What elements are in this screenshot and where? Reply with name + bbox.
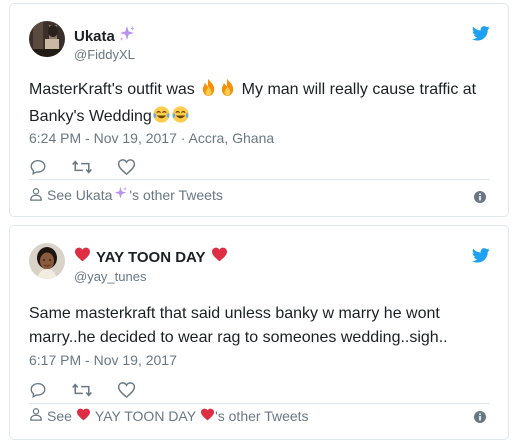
see-other-tweets-link[interactable]: See YAY TOON DAY 's other Tweets [29, 407, 309, 424]
sparkles-emoji [113, 186, 128, 204]
tears-of-joy-emoji [152, 105, 171, 132]
tweet-card: Ukata @FiddyXL MasterKraft's outfit was … [9, 3, 509, 217]
see-others-text: 's other Tweets [129, 187, 223, 203]
avatar[interactable] [29, 21, 65, 57]
retweet-icon[interactable] [71, 158, 93, 176]
author-name-row[interactable]: Ukata [74, 25, 136, 48]
info-icon[interactable] [474, 190, 486, 208]
tweet-actions [29, 381, 136, 399]
info-icon[interactable] [474, 410, 486, 428]
red-heart-emoji [211, 247, 228, 267]
see-others-text: See [47, 407, 72, 424]
heart-icon[interactable] [117, 158, 136, 176]
user-handle[interactable]: @FiddyXL [74, 47, 135, 62]
author-name-row[interactable]: YAY TOON DAY [74, 247, 228, 267]
fire-emoji [218, 78, 237, 105]
see-other-tweets-link[interactable]: See Ukata 's other Tweets [29, 186, 223, 204]
tweet-text-part: MasterKraft's outfit was [29, 81, 200, 98]
tweet-text: Same masterkraft that said unless banky … [29, 305, 448, 346]
person-icon [29, 407, 43, 424]
sparkles-emoji [118, 25, 136, 48]
tears-of-joy-emoji [171, 105, 190, 132]
tweet-meta: 6:24 PM - Nov 19, 2017 · Accra, Ghana [29, 130, 274, 146]
heart-icon[interactable] [117, 381, 136, 399]
twitter-bird-icon[interactable] [471, 26, 490, 46]
see-others-text: See Ukata [47, 187, 113, 203]
timestamp-link[interactable]: 6:24 PM - Nov 19, 2017 [29, 130, 177, 146]
red-heart-emoji [74, 247, 91, 267]
person-icon [29, 187, 43, 204]
retweet-icon[interactable] [71, 381, 93, 399]
display-name[interactable]: Ukata [74, 28, 115, 45]
display-name[interactable]: YAY TOON DAY [96, 249, 206, 266]
see-others-text: 's other Tweets [215, 407, 309, 424]
divider [29, 403, 490, 404]
see-others-text: YAY TOON DAY [94, 407, 197, 424]
divider [29, 179, 490, 180]
tweet-text: MasterKraft's outfit was My man will rea… [29, 78, 490, 132]
twitter-bird-icon[interactable] [471, 248, 490, 268]
tweet-actions [29, 158, 136, 176]
reply-icon[interactable] [29, 158, 47, 176]
tweet-card: YAY TOON DAY @yay_tunes Same masterkraft… [9, 225, 509, 440]
red-heart-emoji [200, 408, 215, 424]
user-handle[interactable]: @yay_tunes [74, 269, 146, 284]
avatar[interactable] [29, 243, 65, 279]
location-link[interactable]: · Accra, Ghana [181, 130, 274, 146]
reply-icon[interactable] [29, 381, 47, 399]
tweet-meta: 6:17 PM - Nov 19, 2017 [29, 352, 177, 368]
red-heart-emoji [76, 408, 91, 424]
fire-emoji [199, 78, 218, 105]
timestamp-link[interactable]: 6:17 PM - Nov 19, 2017 [29, 352, 177, 368]
